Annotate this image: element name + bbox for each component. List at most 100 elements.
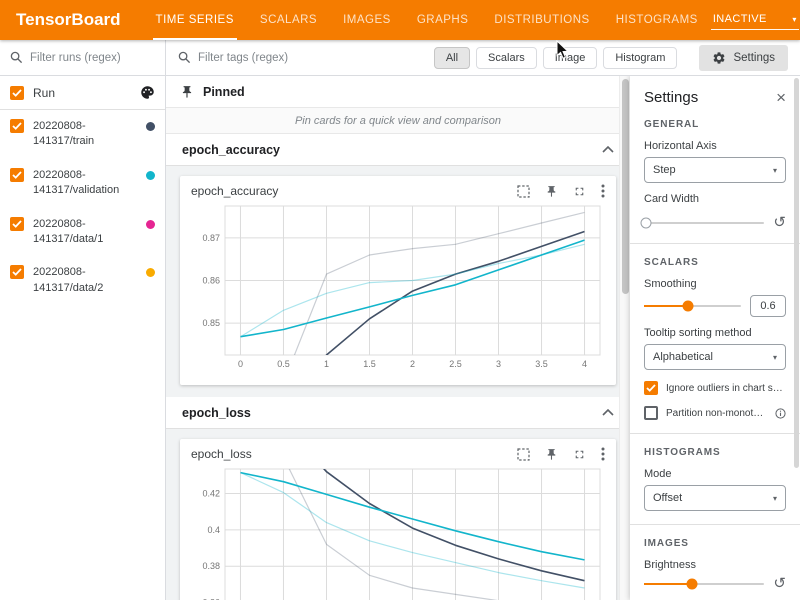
tag-type-chip[interactable]: All <box>434 47 470 69</box>
svg-text:0: 0 <box>238 359 243 369</box>
pin-icon[interactable] <box>545 448 558 461</box>
close-icon[interactable]: × <box>776 89 786 106</box>
reset-icon[interactable]: ↺ <box>773 576 786 591</box>
select-all-runs-checkbox[interactable] <box>10 86 24 100</box>
card-width-slider[interactable] <box>644 222 764 224</box>
svg-text:1.5: 1.5 <box>363 359 376 369</box>
tags-filter-input[interactable] <box>198 52 427 64</box>
run-checkbox[interactable] <box>10 119 24 133</box>
chevron-up-icon[interactable] <box>602 409 614 416</box>
run-label: 20220808-141317/data/2 <box>33 265 137 296</box>
svg-text:0.42: 0.42 <box>202 489 220 499</box>
run-checkbox[interactable] <box>10 217 24 231</box>
nav-tab[interactable]: SCALARS <box>247 0 330 40</box>
search-icon <box>10 51 23 64</box>
nav-tab[interactable]: IMAGES <box>330 0 404 40</box>
svg-text:3: 3 <box>496 359 501 369</box>
settings-button[interactable]: Settings <box>699 45 788 71</box>
group-label-histograms: HISTOGRAMS <box>644 447 786 458</box>
card-title: epoch_loss <box>191 447 252 461</box>
nav-tabs: TIME SERIES SCALARS IMAGES GRAPHS DISTRI… <box>143 0 711 40</box>
run-list-item[interactable]: 20220808-141317/validation <box>0 159 165 208</box>
app-header: TensorBoard TIME SERIES SCALARS IMAGES G… <box>0 0 800 40</box>
partition-x-axis-checkbox[interactable] <box>644 406 658 420</box>
card-header: epoch_accuracy <box>187 181 609 199</box>
smoothing-slider-thumb[interactable] <box>682 301 693 312</box>
brightness-label: Brightness <box>644 559 786 571</box>
ignore-outliers-checkbox[interactable] <box>644 381 658 395</box>
nav-tab[interactable]: GRAPHS <box>404 0 482 40</box>
nav-tab[interactable]: DISTRIBUTIONS <box>481 0 602 40</box>
group-label-scalars: SCALARS <box>644 257 786 268</box>
reload-status-select[interactable]: INACTIVE ▾ <box>711 10 799 30</box>
pin-icon[interactable] <box>545 185 558 198</box>
card-width-slider-thumb[interactable] <box>641 217 652 228</box>
chevron-up-icon[interactable] <box>602 146 614 153</box>
nav-tab-label: HISTOGRAMS <box>616 14 698 26</box>
card-title: epoch_accuracy <box>191 184 278 198</box>
chevron-down-icon: ▾ <box>773 494 777 503</box>
svg-text:0.87: 0.87 <box>202 233 220 243</box>
smoothing-slider[interactable] <box>644 305 741 307</box>
brightness-slider[interactable] <box>644 583 764 585</box>
cards-area: epoch_loss 00.511.522.533.540.360.380.40… <box>166 429 630 600</box>
tooltip-sorting-select[interactable]: Alphabetical ▾ <box>644 344 786 370</box>
histogram-mode-label: Mode <box>644 468 786 480</box>
runs-list: 20220808-141317/train 20220808-141317/va… <box>0 110 165 305</box>
section-header-epoch-loss[interactable]: epoch_loss <box>166 397 630 429</box>
more-menu-icon[interactable] <box>601 184 605 198</box>
runs-filter-input[interactable] <box>30 52 155 64</box>
svg-text:2.5: 2.5 <box>449 359 462 369</box>
nav-tab-label: DISTRIBUTIONS <box>494 14 589 26</box>
panel-scrollbar-thumb[interactable] <box>794 78 799 468</box>
nav-tab-label: IMAGES <box>343 14 391 26</box>
fit-to-data-icon[interactable] <box>517 185 530 198</box>
run-label: 20220808-141317/validation <box>33 168 137 199</box>
tag-type-chip-label: All <box>446 52 458 64</box>
run-label: 20220808-141317/train <box>33 119 137 150</box>
nav-tab[interactable]: HISTOGRAMS <box>603 0 711 40</box>
scrollbar-thumb[interactable] <box>622 79 629 294</box>
reset-icon[interactable]: ↺ <box>773 215 786 230</box>
check-icon <box>12 268 22 276</box>
svg-text:0.38: 0.38 <box>202 561 220 571</box>
brightness-slider-thumb[interactable] <box>687 578 698 589</box>
tag-type-chip[interactable]: Histogram <box>603 47 677 69</box>
horizontal-axis-label: Horizontal Axis <box>644 140 786 152</box>
tag-type-chip-label: Image <box>555 52 586 64</box>
smoothing-value-input[interactable] <box>750 295 786 317</box>
run-checkbox[interactable] <box>10 265 24 279</box>
vertical-scrollbar[interactable] <box>619 76 630 600</box>
nav-tab-label: TIME SERIES <box>156 14 234 26</box>
svg-text:1: 1 <box>324 359 329 369</box>
run-list-item[interactable]: 20220808-141317/data/1 <box>0 208 165 257</box>
section-header-epoch-accuracy[interactable]: epoch_accuracy <box>166 134 630 166</box>
section-title: epoch_accuracy <box>182 143 280 157</box>
info-icon[interactable] <box>775 408 786 419</box>
nav-tab-label: GRAPHS <box>417 14 469 26</box>
svg-text:0.4: 0.4 <box>207 525 220 535</box>
tag-type-chip[interactable]: Scalars <box>476 47 537 69</box>
run-color-dot <box>146 268 155 277</box>
ignore-outliers-label: Ignore outliers in chart scaling <box>666 383 786 394</box>
fullscreen-icon[interactable] <box>573 185 586 198</box>
run-checkbox[interactable] <box>10 168 24 182</box>
fullscreen-icon[interactable] <box>573 448 586 461</box>
svg-text:0.86: 0.86 <box>202 276 220 286</box>
run-list-item[interactable]: 20220808-141317/train <box>0 110 165 159</box>
run-color-dot <box>146 122 155 131</box>
histogram-mode-select[interactable]: Offset ▾ <box>644 485 786 511</box>
epoch-accuracy-chart[interactable]: 00.511.522.533.540.850.860.87 <box>187 199 607 373</box>
nav-tab[interactable]: TIME SERIES <box>143 0 247 40</box>
run-list-item[interactable]: 20220808-141317/data/2 <box>0 256 165 305</box>
horizontal-axis-select[interactable]: Step ▾ <box>644 157 786 183</box>
fit-to-data-icon[interactable] <box>517 448 530 461</box>
group-label-images: IMAGES <box>644 538 786 549</box>
more-menu-icon[interactable] <box>601 447 605 461</box>
run-color-palette-icon[interactable] <box>140 85 155 100</box>
check-icon <box>12 122 22 130</box>
tag-type-chip[interactable]: Image <box>543 47 598 69</box>
epoch-loss-chart[interactable]: 00.511.522.533.540.360.380.40.42 <box>187 462 607 600</box>
section-title: epoch_loss <box>182 406 251 420</box>
card-width-label: Card Width <box>644 193 786 205</box>
